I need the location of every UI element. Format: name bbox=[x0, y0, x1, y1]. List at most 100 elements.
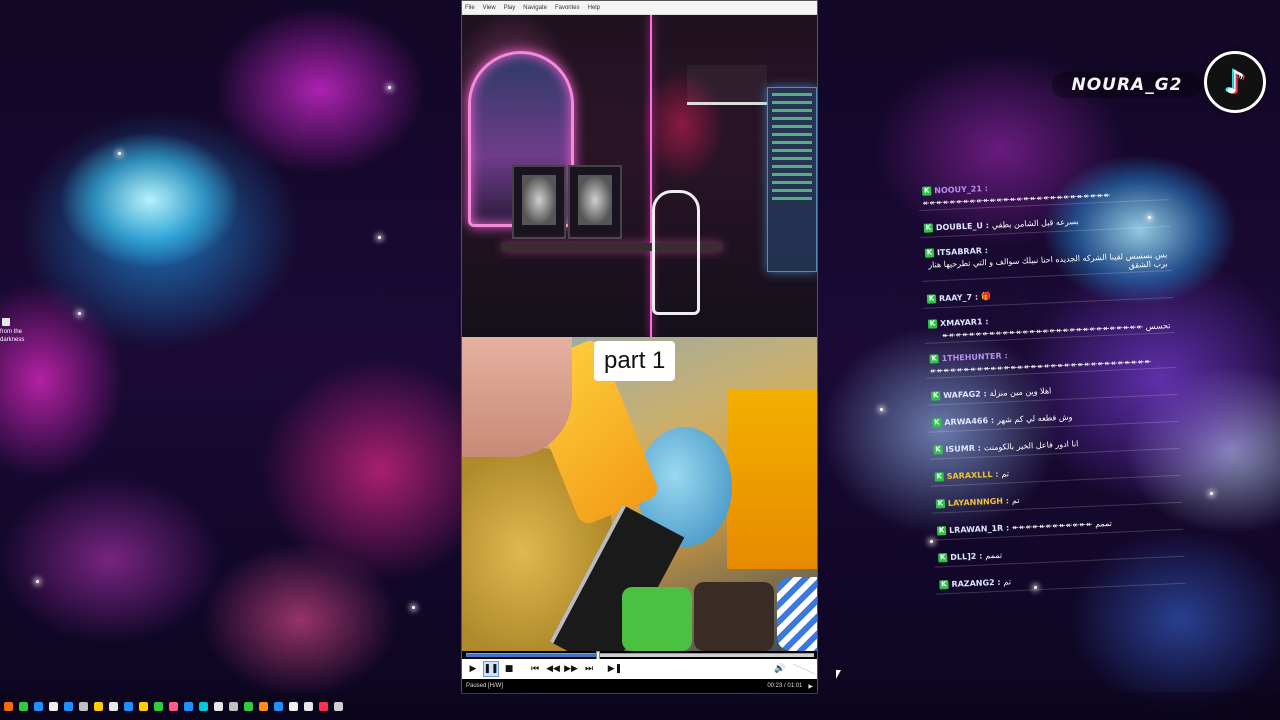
chat-text: تم bbox=[1003, 577, 1012, 587]
chat-message: K DLL]2 : تممم bbox=[933, 538, 1185, 568]
taskbar-app-icon[interactable] bbox=[64, 701, 73, 711]
tiktok-icon: ♪ bbox=[1204, 51, 1266, 113]
taskbar-app-icon[interactable] bbox=[259, 701, 268, 711]
status-bar: Paused [H/W] 00:23 / 01:01 ▶ bbox=[462, 679, 817, 693]
seek-bar[interactable] bbox=[466, 651, 814, 661]
chat-text: 🎁 bbox=[980, 291, 992, 302]
striped-soap bbox=[777, 577, 817, 651]
volume-slider[interactable] bbox=[793, 664, 815, 674]
chat-message: K RAZANG2 : تم bbox=[935, 565, 1186, 595]
taskbar bbox=[0, 692, 1280, 720]
taskbar-app-icon[interactable] bbox=[184, 701, 193, 711]
chat-message: K LRAWAN_1R : تممم ↞↞↞↞↞↞↞↞↞↞↞↞ bbox=[932, 511, 1184, 541]
monitor-left bbox=[512, 165, 566, 239]
desktop-shortcut-label: from the darkness bbox=[0, 329, 25, 343]
kick-badge-icon: K bbox=[933, 445, 943, 455]
green-soap bbox=[622, 587, 692, 651]
volume-control: 🔊 bbox=[772, 661, 815, 677]
forward-button[interactable]: ▶▶ bbox=[563, 661, 579, 677]
taskbar-app-icon[interactable] bbox=[109, 701, 118, 711]
taskbar-app-icon[interactable] bbox=[214, 701, 223, 711]
kick-badge-icon: K bbox=[931, 391, 941, 401]
stop-button[interactable]: ■ bbox=[501, 661, 517, 677]
rewind-button[interactable]: ◀◀ bbox=[545, 661, 561, 677]
taskbar-app-icon[interactable] bbox=[319, 701, 328, 711]
monitor-right bbox=[568, 165, 622, 239]
taskbar-app-icon[interactable] bbox=[154, 701, 163, 711]
play-button[interactable]: ▶ bbox=[465, 661, 481, 677]
desktop-shortcut[interactable]: from the darkness bbox=[0, 318, 26, 344]
menu-file[interactable]: File bbox=[465, 5, 475, 11]
orange-soap-block bbox=[727, 389, 817, 569]
volume-icon[interactable]: 🔊 bbox=[772, 661, 788, 677]
taskbar-app-icon[interactable] bbox=[49, 701, 58, 711]
taskbar-app-icon[interactable] bbox=[199, 701, 208, 711]
chat-message: K 1THEHUNTER : ↞↞↞↞↞↞↞↞↞↞↞↞↞↞↞↞↞↞↞↞↞↞↞↞↞↞↞… bbox=[925, 341, 1177, 379]
taskbar-app-icon[interactable] bbox=[124, 701, 133, 711]
taskbar-app-icon[interactable] bbox=[274, 701, 283, 711]
playback-state: Paused [H/W] bbox=[466, 683, 504, 689]
video-frame[interactable]: part 1 bbox=[462, 15, 817, 651]
media-player-window[interactable]: File View Play Navigate Favorites Help p… bbox=[461, 0, 818, 694]
gaming-room-scene bbox=[462, 15, 817, 337]
chat-message: K RAAY_7 : 🎁 bbox=[922, 279, 1174, 309]
menu-favorites[interactable]: Favorites bbox=[555, 5, 580, 11]
kick-badge-icon: K bbox=[936, 526, 947, 536]
chat-text: تممم ↞↞↞↞↞↞↞↞↞↞↞↞ bbox=[1011, 518, 1113, 533]
chat-username: DOUBLE_U : bbox=[935, 220, 990, 233]
taskbar-app-icon[interactable] bbox=[79, 701, 88, 711]
taskbar-app-icon[interactable] bbox=[4, 701, 13, 711]
mode-indicator: ▶ bbox=[808, 683, 813, 690]
pause-button[interactable]: ❚❚ bbox=[483, 661, 499, 677]
chat-message: K ISUMR : انا ادور فاعل الخير بالكومنت bbox=[929, 430, 1180, 460]
chat-username: LRAWAN_1R : bbox=[948, 523, 1010, 535]
kick-badge-icon: K bbox=[935, 499, 946, 509]
taskbar-app-icon[interactable] bbox=[19, 701, 28, 711]
chat-message: K DOUBLE_U : بسرعه قبل الشامن يطفي bbox=[919, 209, 1171, 238]
taskbar-app-icon[interactable] bbox=[34, 701, 43, 711]
chat-text: تم bbox=[1011, 495, 1020, 506]
taskbar-app-icon[interactable] bbox=[169, 701, 178, 711]
mouse-cursor-icon bbox=[836, 670, 841, 679]
taskbar-app-icon[interactable] bbox=[304, 701, 313, 711]
chat-username: RAAY_7 : bbox=[938, 292, 979, 304]
menu-view[interactable]: View bbox=[483, 5, 496, 11]
live-chat-overlay: K NOOUY_21 : ↞↞↞↞↞↞↞↞↞↞↞↞↞↞↞↞↞↞↞↞↞↞↞↞↞↞↞↞ K… bbox=[918, 174, 1187, 614]
kick-badge-icon: K bbox=[923, 223, 934, 233]
shortcut-icon bbox=[2, 318, 10, 326]
taskbar-app-icon[interactable] bbox=[229, 701, 238, 711]
chat-username: SARAXLLL : bbox=[946, 469, 999, 482]
chat-text: بسرعه قبل الشامن يطفي bbox=[991, 217, 1079, 230]
taskbar-app-icon[interactable] bbox=[289, 701, 298, 711]
taskbar-app-icon[interactable] bbox=[139, 701, 148, 711]
chat-message: K XMAYAR1 : تحسس ↞↞↞↞↞↞↞↞↞↞↞↞↞↞↞↞↞↞↞↞↞↞↞↞↞… bbox=[923, 306, 1175, 344]
menu-play[interactable]: Play bbox=[504, 5, 516, 11]
chat-message: K SARAXLLL : تم bbox=[930, 457, 1181, 487]
wall-shelf bbox=[687, 65, 767, 105]
menu-bar: File View Play Navigate Favorites Help bbox=[462, 1, 817, 15]
taskbar-app-icon[interactable] bbox=[94, 701, 103, 711]
menu-navigate[interactable]: Navigate bbox=[523, 5, 547, 11]
chat-message: K LAYANNNGH : تم bbox=[931, 484, 1183, 514]
chat-text: وش فطعه لي كم شهر bbox=[996, 412, 1073, 425]
taskbar-app-icon[interactable] bbox=[244, 701, 253, 711]
chat-text: تممم bbox=[985, 550, 1003, 561]
chat-message: K ITSABRAR : بس بسسس لقينا الشركه الجديده … bbox=[920, 236, 1172, 282]
tiktok-username: NOURA_G2 bbox=[1052, 72, 1202, 98]
video-caption: part 1 bbox=[594, 341, 676, 381]
frame-step-button[interactable]: ▶❚ bbox=[607, 661, 623, 677]
chat-username: DLL]2 : bbox=[950, 551, 983, 562]
next-button[interactable]: ⏭ bbox=[581, 661, 597, 677]
kick-badge-icon: K bbox=[939, 580, 949, 590]
kick-badge-icon: K bbox=[922, 186, 932, 196]
hologram-panel bbox=[767, 87, 817, 272]
playback-controls: ▶ ❚❚ ■ ⏮ ◀◀ ▶▶ ⏭ ▶❚ 🔊 bbox=[462, 659, 817, 679]
previous-button[interactable]: ⏮ bbox=[527, 661, 543, 677]
taskbar-app-icon[interactable] bbox=[334, 701, 343, 711]
kick-badge-icon: K bbox=[932, 418, 942, 428]
menu-help[interactable]: Help bbox=[588, 5, 600, 11]
kick-badge-icon: K bbox=[924, 248, 935, 258]
chat-username: 1THEHUNTER : bbox=[941, 351, 1008, 364]
chat-username: RAZANG2 : bbox=[951, 577, 1001, 589]
chat-username: ISUMR : bbox=[945, 443, 982, 455]
